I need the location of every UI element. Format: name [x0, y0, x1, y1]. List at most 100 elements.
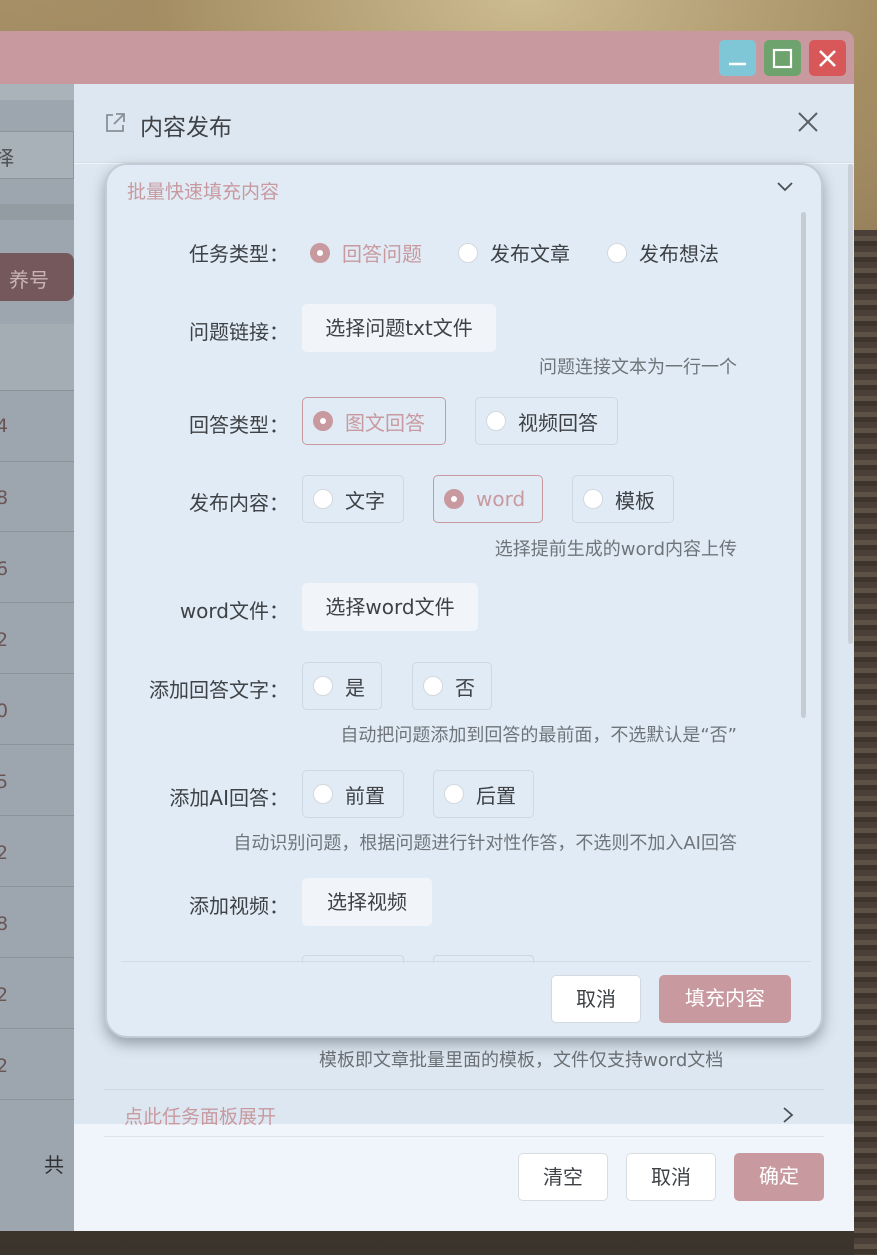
- add-ai-answer-after-radio[interactable]: 后置: [433, 770, 534, 818]
- add-ai-answer-label: 添加AI回答：: [169, 786, 289, 810]
- card-footer-divider: [121, 961, 811, 962]
- choose-word-file-button[interactable]: 选择word文件: [302, 583, 478, 631]
- fill-content-button[interactable]: 填充内容: [659, 975, 791, 1023]
- publish-content-label: 发布内容：: [189, 491, 289, 515]
- minimize-icon: [729, 62, 746, 66]
- task-panel-expand-label: 点此任务面板展开: [124, 1106, 277, 1128]
- publish-content-hint: 选择提前生成的word内容上传: [494, 539, 737, 560]
- background-row-value: 0: [0, 700, 9, 722]
- panel-title: 内容发布: [140, 115, 232, 141]
- chevron-right-icon: [783, 1107, 794, 1123]
- bulk-fill-card: 批量快速填充内容 任务类型： 回答问题 发布文章 发布想法 问题链接： 选择问题…: [105, 163, 823, 1038]
- radio-label: 回答问题: [342, 242, 422, 266]
- task-type-idea-radio[interactable]: 发布想法: [607, 238, 719, 267]
- maximize-icon: [772, 48, 793, 69]
- background-total-label: 共: [44, 1153, 64, 1177]
- radio-label: 后置: [476, 783, 516, 808]
- radio-dot: [583, 489, 603, 509]
- task-panel-expand-row[interactable]: 点此任务面板展开: [104, 1089, 824, 1137]
- background-app-content: 择 养号 4 8 6 2 0 5 2 8 2 2 共: [0, 84, 74, 1231]
- background-row-value: 4: [0, 415, 9, 437]
- maximize-button[interactable]: [764, 40, 801, 76]
- close-icon: [819, 50, 836, 67]
- row-divider: [0, 744, 74, 745]
- radio-label: 是: [345, 675, 365, 700]
- radio-dot: [458, 242, 478, 263]
- minimize-button[interactable]: [719, 40, 756, 76]
- row-divider: [0, 886, 74, 887]
- radio-label: 文字: [345, 488, 385, 513]
- task-type-article-radio[interactable]: 发布文章: [458, 238, 570, 267]
- background-row-value: 6: [0, 558, 9, 580]
- choose-video-button[interactable]: 选择视频: [302, 878, 432, 926]
- confirm-button[interactable]: 确定: [734, 1153, 824, 1201]
- background-strip: [0, 204, 74, 220]
- background-row-value: 2: [0, 629, 9, 651]
- background-select: 择: [0, 131, 74, 179]
- card-title: 批量快速填充内容: [127, 181, 280, 203]
- add-video-label: 添加视频：: [189, 894, 289, 918]
- radio-dot: [313, 489, 333, 509]
- desktop-background-strip: [854, 230, 877, 1255]
- add-answer-text-yes-radio[interactable]: 是: [302, 662, 382, 710]
- background-row-value: 2: [0, 1055, 9, 1077]
- question-link-label: 问题链接：: [189, 320, 289, 344]
- background-row-value: 8: [0, 913, 9, 935]
- panel-header: 内容发布: [74, 84, 854, 163]
- radio-label: word: [476, 487, 526, 511]
- window-titlebar[interactable]: [0, 31, 854, 84]
- row-divider: [0, 673, 74, 674]
- background-row-value: 2: [0, 842, 9, 864]
- publish-content-word-radio[interactable]: word: [433, 475, 543, 523]
- radio-dot: [423, 676, 443, 696]
- publish-content-text-radio[interactable]: 文字: [302, 475, 404, 523]
- cancel-button[interactable]: 取消: [626, 1153, 716, 1201]
- radio-dot: [486, 411, 506, 431]
- radio-dot: [444, 784, 464, 804]
- add-answer-text-no-radio[interactable]: 否: [412, 662, 492, 710]
- radio-label: 发布想法: [639, 242, 719, 266]
- choose-question-file-button[interactable]: 选择问题txt文件: [302, 304, 496, 352]
- add-ai-answer-before-radio[interactable]: 前置: [302, 770, 404, 818]
- radio-label: 否: [455, 675, 475, 700]
- answer-type-image-text-radio[interactable]: 图文回答: [302, 397, 446, 445]
- radio-dot: [607, 242, 627, 263]
- radio-dot: [313, 784, 333, 804]
- template-hint: 模板即文章批量里面的模板，文件仅支持word文档: [319, 1050, 724, 1071]
- panel-scrollbar[interactable]: [848, 164, 853, 644]
- row-divider: [0, 1028, 74, 1029]
- chevron-down-icon[interactable]: [776, 181, 794, 193]
- radio-dot: [310, 242, 330, 263]
- close-icon[interactable]: [796, 110, 820, 134]
- publish-content-template-radio[interactable]: 模板: [572, 475, 674, 523]
- task-type-label: 任务类型：: [189, 242, 289, 266]
- radio-label: 发布文章: [490, 242, 570, 266]
- external-link-icon: [106, 113, 125, 132]
- task-type-answer-radio[interactable]: 回答问题: [310, 238, 422, 267]
- word-file-label: word文件：: [179, 599, 289, 623]
- row-divider: [0, 461, 74, 462]
- radio-dot: [444, 489, 464, 509]
- row-divider: [0, 957, 74, 958]
- add-ai-answer-hint: 自动识别问题，根据问题进行针对性作答，不选则不加入AI回答: [233, 833, 737, 854]
- row-divider: [0, 1099, 74, 1100]
- radio-label: 前置: [345, 783, 385, 808]
- add-answer-text-hint: 自动把问题添加到回答的最前面，不选默认是“否”: [340, 725, 737, 746]
- radio-label: 视频回答: [518, 410, 598, 435]
- radio-dot: [313, 411, 333, 431]
- close-button[interactable]: [809, 40, 846, 76]
- radio-label: 模板: [615, 488, 655, 513]
- answer-type-video-radio[interactable]: 视频回答: [475, 397, 618, 445]
- answer-type-label: 回答类型：: [189, 413, 289, 437]
- question-link-hint: 问题连接文本为一行一个: [539, 357, 737, 378]
- row-divider: [0, 815, 74, 816]
- background-row-value: 8: [0, 487, 9, 509]
- clear-button[interactable]: 清空: [518, 1153, 608, 1201]
- card-scrollbar[interactable]: [801, 212, 806, 718]
- radio-dot: [313, 676, 333, 696]
- card-cancel-button[interactable]: 取消: [551, 975, 641, 1023]
- background-tag-button: 养号: [0, 253, 74, 301]
- row-divider: [0, 531, 74, 532]
- background-row-value: 2: [0, 984, 9, 1006]
- row-divider: [0, 602, 74, 603]
